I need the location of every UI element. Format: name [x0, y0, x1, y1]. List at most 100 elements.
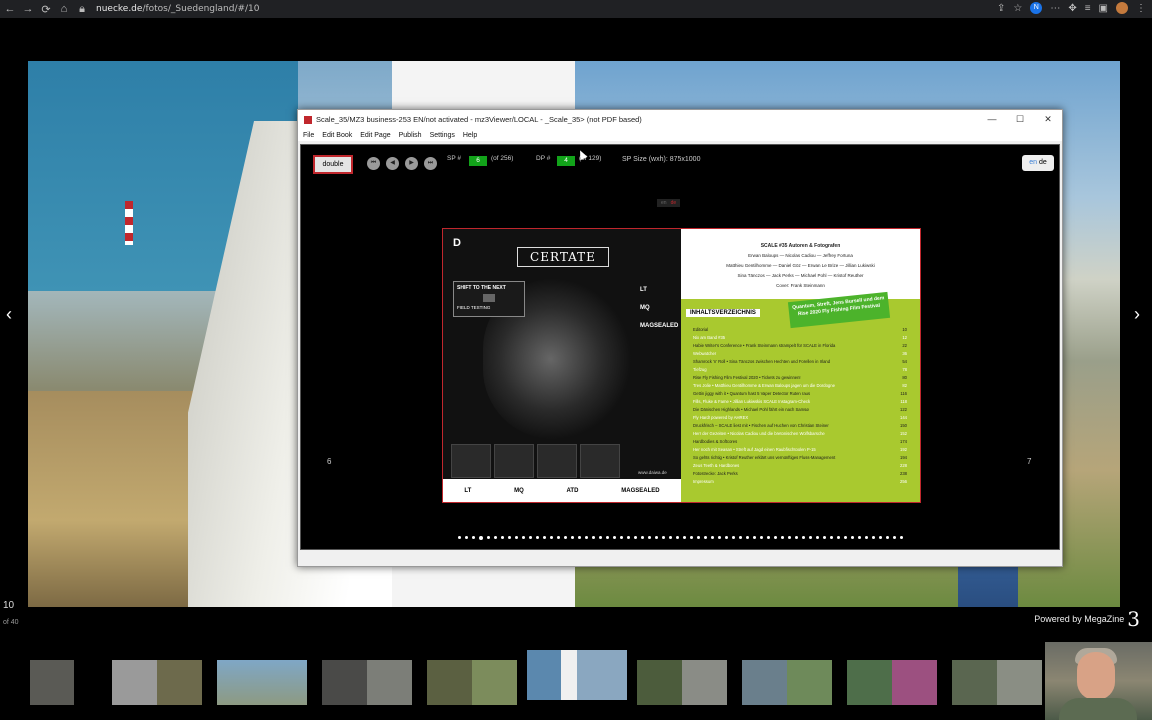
page-dot[interactable] [528, 536, 532, 539]
toc-row[interactable]: Tiefzug 78 [693, 366, 907, 374]
toc-row[interactable]: Her noch mit Seasan • Streft auf Jagd ei… [693, 446, 907, 454]
prev-page-icon[interactable]: ◀ [386, 157, 399, 170]
toc-row[interactable]: Editorial 10 [693, 326, 907, 334]
language-switch[interactable]: en de [1022, 155, 1054, 171]
first-page-icon[interactable]: ⏮ [367, 157, 380, 170]
page-dot[interactable] [471, 536, 475, 539]
page-spread[interactable]: D CERTATE SHIFT TO THE NEXT FIELD TESTIN… [442, 228, 921, 503]
page-dot[interactable] [787, 536, 791, 539]
page-dot[interactable] [752, 536, 756, 539]
page-dot[interactable] [878, 536, 882, 539]
page-dot[interactable] [478, 536, 483, 540]
last-page-icon[interactable]: ⏭ [424, 157, 437, 170]
page-dot[interactable] [850, 536, 854, 539]
toc-row[interactable]: Webwatcher 36 [693, 350, 907, 358]
menu-edit-book[interactable]: Edit Book [322, 132, 352, 139]
profile-avatar[interactable] [1116, 2, 1128, 14]
page-dot[interactable] [857, 536, 861, 539]
thumbnail[interactable]: 14 [742, 660, 832, 705]
page-dot[interactable] [500, 536, 504, 539]
thumbnail-active[interactable]: 10 [527, 650, 627, 700]
page-dot[interactable] [836, 536, 840, 539]
page-dot[interactable] [710, 536, 714, 539]
page-dot[interactable] [829, 536, 833, 539]
menu-publish[interactable]: Publish [399, 132, 422, 139]
thumbnail[interactable]: 18 [952, 660, 1042, 705]
page-dot[interactable] [703, 536, 707, 539]
page-dot[interactable] [584, 536, 588, 539]
page-dot[interactable] [675, 536, 679, 539]
home-icon[interactable]: ⌂ [56, 3, 72, 15]
toc-row[interactable]: Druckfrisch – SCALE liest mit • Fischen … [693, 422, 907, 430]
menu-edit-page[interactable]: Edit Page [360, 132, 390, 139]
extension-icon[interactable]: ⋯ [1050, 3, 1060, 14]
page-dot[interactable] [633, 536, 637, 539]
page-dot[interactable] [464, 536, 468, 539]
toc-row[interactable]: Tres Jolie • Matthieu Gentilhomme & Erwa… [693, 382, 907, 390]
page-dot[interactable] [773, 536, 777, 539]
window-titlebar[interactable]: Scale_35/MZ3 business-253 EN/not activat… [298, 110, 1062, 129]
toc-row[interactable]: Nix am Band #35 12 [693, 334, 907, 342]
page-dot[interactable] [612, 536, 616, 539]
page-dot[interactable] [661, 536, 665, 539]
page-dot[interactable] [591, 536, 595, 539]
page-dot[interactable] [871, 536, 875, 539]
page-dot[interactable] [570, 536, 574, 539]
page-dot[interactable] [899, 536, 903, 539]
thumbnail[interactable]: 6 [322, 660, 412, 705]
back-icon[interactable]: ← [2, 3, 18, 15]
thumbnail[interactable]: 4 [217, 660, 307, 705]
page-dot[interactable] [605, 536, 609, 539]
page-dot[interactable] [864, 536, 868, 539]
play-icon[interactable] [483, 294, 495, 302]
toc-row[interactable]: Die Dänischen Highlands • Michael Pohl f… [693, 406, 907, 414]
toc-row[interactable]: So gehts richtig • Kristof Reuther erklä… [693, 454, 907, 462]
page-dot[interactable] [689, 536, 693, 539]
close-icon[interactable]: ✕ [1034, 110, 1062, 129]
extension-badge[interactable]: N [1030, 2, 1043, 14]
next-arrow-icon[interactable]: › [1134, 304, 1140, 325]
star-icon[interactable]: ☆ [1013, 3, 1022, 14]
page-dot[interactable] [668, 536, 672, 539]
page-dot[interactable] [654, 536, 658, 539]
toc-row[interactable]: Shamrock 'n' Roll • Sina Tänczos zwische… [693, 358, 907, 366]
page-dot[interactable] [815, 536, 819, 539]
page-dot[interactable] [549, 536, 553, 539]
prev-arrow-icon[interactable]: ‹ [6, 304, 12, 325]
page-dot[interactable] [514, 536, 518, 539]
page-language-toggle[interactable]: en de [657, 199, 681, 207]
toc-row[interactable]: Zeus Teeth & Hardbones 228 [693, 462, 907, 470]
page-dot[interactable] [640, 536, 644, 539]
toc-row[interactable]: Hardbodies & Softcores 174 [693, 438, 907, 446]
maximize-icon[interactable]: ☐ [1006, 110, 1034, 129]
menu-file[interactable]: File [303, 132, 314, 139]
sidebar-icon[interactable]: ▣ [1099, 3, 1108, 14]
page-dot[interactable] [759, 536, 763, 539]
page-dot[interactable] [598, 536, 602, 539]
toc-row[interactable]: Gettin jiggy with it • Quantum hast 5 Va… [693, 390, 907, 398]
thumbnail[interactable]: 8 [427, 660, 517, 705]
page-dot[interactable] [457, 536, 461, 539]
page-dot[interactable] [885, 536, 889, 539]
page-dot[interactable] [619, 536, 623, 539]
share-icon[interactable]: ⇪ [997, 3, 1005, 14]
toc-row[interactable]: Habie Writer's Conference • Frank Steinm… [693, 342, 907, 350]
page-dot[interactable] [682, 536, 686, 539]
reload-icon[interactable]: ⟳ [38, 3, 54, 16]
menu-help[interactable]: Help [463, 132, 477, 139]
lang-en[interactable]: en [1029, 159, 1037, 166]
toc-row[interactable]: Rise Fly Fishing Film Festival 2020 • Ti… [693, 374, 907, 382]
page-dot[interactable] [493, 536, 497, 539]
toc-row[interactable]: Fotostrecke: Jack Perks 238 [693, 470, 907, 478]
page-dot[interactable] [535, 536, 539, 539]
page-dot[interactable] [486, 536, 490, 539]
page-dot[interactable] [507, 536, 511, 539]
forward-icon[interactable]: → [20, 3, 36, 15]
page-dot[interactable] [647, 536, 651, 539]
page-dot[interactable] [542, 536, 546, 539]
powered-by[interactable]: Powered by MegaZine 3 [1034, 609, 1140, 629]
sp-input[interactable]: 6 [469, 156, 487, 166]
page-dot[interactable] [766, 536, 770, 539]
thumbnail[interactable]: 1 [30, 660, 74, 705]
next-page-icon[interactable]: ▶ [405, 157, 418, 170]
